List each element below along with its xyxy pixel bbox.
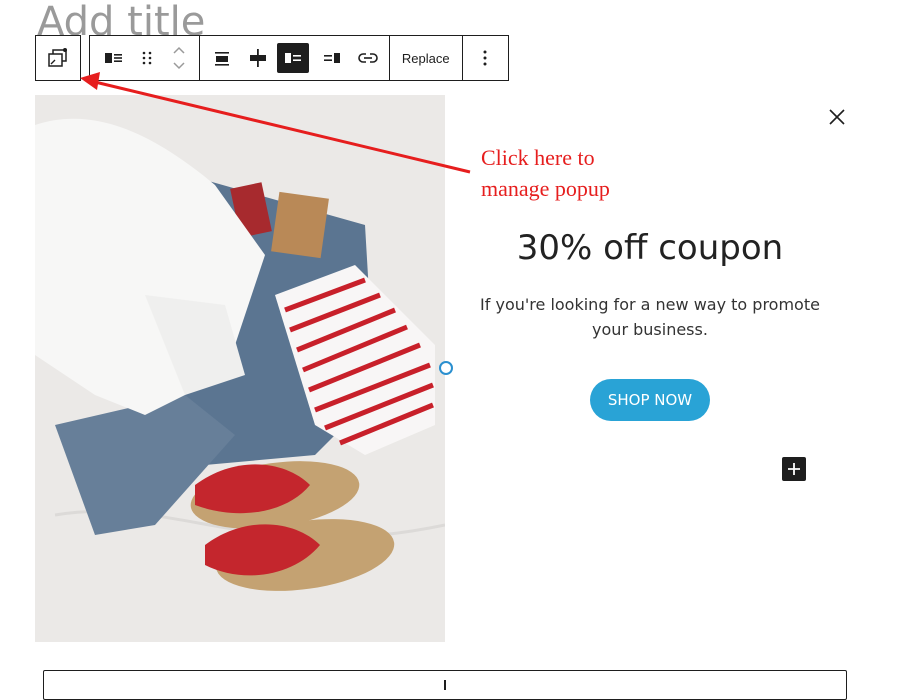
media-on-right-button[interactable]	[316, 36, 348, 80]
replace-button[interactable]: Replace	[390, 36, 462, 80]
close-icon	[829, 109, 845, 125]
media-right-icon	[323, 53, 340, 63]
resize-handle[interactable]	[439, 361, 453, 375]
media-on-left-active	[277, 43, 310, 73]
align-wide-icon	[249, 49, 266, 67]
drag-handle-icon	[142, 51, 152, 65]
popup-image[interactable]	[35, 95, 445, 642]
link-icon	[358, 53, 379, 63]
change-block-type-button[interactable]	[92, 36, 135, 80]
align-center-icon	[215, 52, 230, 66]
more-vertical-icon	[483, 50, 487, 66]
plus-icon	[788, 463, 800, 475]
align-wide-button[interactable]	[245, 36, 271, 80]
popup-description-line-1: If you're looking for a new way to promo…	[480, 295, 820, 314]
add-block-button[interactable]	[782, 457, 806, 481]
popup-headline[interactable]: 30% off coupon	[470, 228, 830, 268]
image-align-icon	[104, 53, 122, 63]
popup-window-icon	[48, 48, 67, 67]
close-popup-button[interactable]	[826, 106, 848, 128]
annotation-line-1: Click here to	[481, 145, 595, 170]
media-left-icon	[285, 53, 302, 63]
block-toolbar: Replace	[35, 35, 509, 81]
annotation-line-2: manage popup	[481, 176, 610, 201]
media-on-left-button[interactable]	[271, 36, 316, 80]
more-options-button[interactable]	[463, 36, 508, 80]
shop-now-button[interactable]: SHOP NOW	[590, 379, 710, 421]
popup-manage-group	[35, 35, 81, 81]
block-tools-group: Replace	[89, 35, 509, 81]
manage-popup-button[interactable]	[36, 36, 80, 80]
align-center-button[interactable]	[200, 36, 245, 80]
clothing-photo	[35, 95, 445, 642]
insert-link-button[interactable]	[348, 36, 389, 80]
popup-description[interactable]: If you're looking for a new way to promo…	[470, 292, 830, 342]
popup-description-line-2: your business.	[592, 320, 708, 339]
move-up-down-icon	[173, 46, 185, 70]
block-divider-tick	[444, 680, 446, 690]
drag-block-button[interactable]	[135, 36, 159, 80]
annotation-text: Click here to manage popup	[481, 142, 610, 204]
move-block-buttons[interactable]	[159, 36, 198, 80]
